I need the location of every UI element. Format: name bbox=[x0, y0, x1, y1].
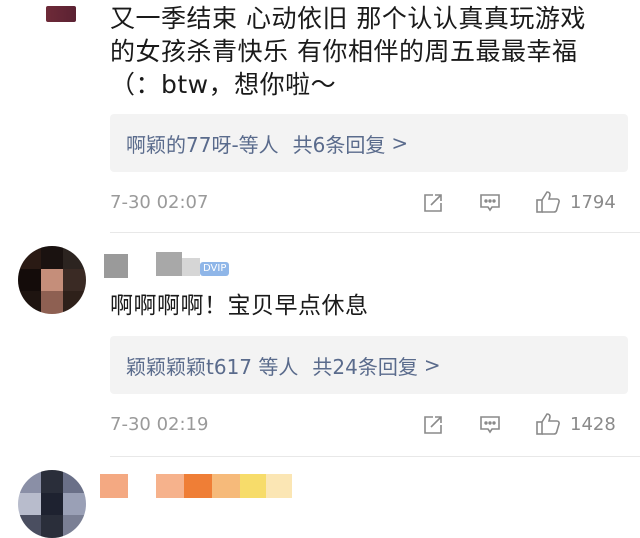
like-count: 1428 bbox=[570, 413, 616, 435]
comment-text-line: 的女孩杀青快乐 有你相伴的周五最最幸福 bbox=[110, 37, 578, 66]
chevron-right-icon: > bbox=[423, 353, 441, 377]
like-count: 1794 bbox=[570, 191, 616, 213]
username-redacted bbox=[184, 474, 212, 498]
comment-text-line: 又一季结束 心动依旧 那个认认真真玩游戏 bbox=[110, 4, 586, 33]
username-redacted[interactable] bbox=[100, 474, 128, 498]
avatar[interactable] bbox=[18, 470, 86, 538]
username-redacted[interactable] bbox=[156, 252, 182, 276]
reply-preview[interactable]: 啊颖的77呀-等人 共6条回复 > bbox=[110, 114, 628, 172]
like-button[interactable]: 1428 bbox=[534, 410, 616, 438]
avatar[interactable] bbox=[18, 246, 86, 314]
comment-timestamp: 7-30 02:07 bbox=[110, 192, 209, 213]
chevron-right-icon: > bbox=[391, 131, 409, 155]
vip-badge: DVIP bbox=[200, 262, 230, 276]
thumbs-up-icon bbox=[534, 188, 562, 216]
username-redacted bbox=[156, 474, 184, 498]
like-button[interactable]: 1794 bbox=[534, 188, 616, 216]
reply-count: 共6条回复 bbox=[292, 132, 386, 157]
thumbs-up-icon bbox=[534, 410, 562, 438]
forward-icon[interactable] bbox=[421, 413, 445, 437]
username-redacted bbox=[266, 474, 292, 498]
comment-icon[interactable] bbox=[478, 191, 502, 215]
reply-names: 颖颖颖颖t617 等人 bbox=[126, 354, 299, 379]
divider bbox=[110, 456, 640, 457]
forward-icon[interactable] bbox=[421, 191, 445, 215]
username-redacted bbox=[212, 474, 240, 498]
avatar[interactable] bbox=[46, 6, 76, 22]
username-redacted bbox=[182, 258, 200, 276]
reply-names: 啊颖的77呀-等人 bbox=[126, 132, 279, 157]
comment-icon[interactable] bbox=[478, 413, 502, 437]
comment-text-line: （：btw，想你啦～ bbox=[110, 70, 337, 99]
username-redacted bbox=[240, 474, 266, 498]
comment-timestamp: 7-30 02:19 bbox=[110, 414, 209, 435]
reply-count: 共24条回复 bbox=[312, 354, 418, 379]
divider bbox=[110, 232, 640, 233]
reply-preview[interactable]: 颖颖颖颖t617 等人 共24条回复 > bbox=[110, 336, 628, 394]
username-redacted[interactable] bbox=[104, 254, 128, 278]
comment-text: 又一季结束 心动依旧 那个认认真真玩游戏 的女孩杀青快乐 有你相伴的周五最最幸福… bbox=[110, 2, 630, 101]
comment-text: 啊啊啊啊！宝贝早点休息 bbox=[110, 293, 369, 319]
